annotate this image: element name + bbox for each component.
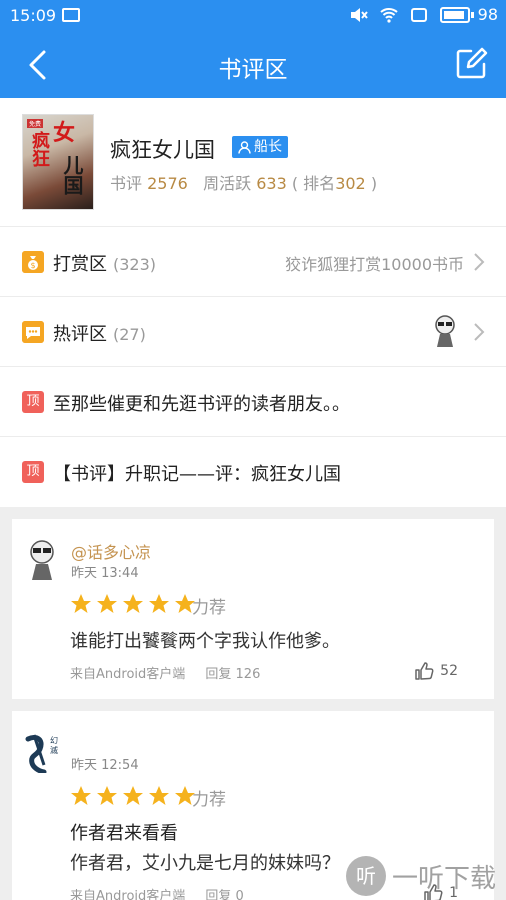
cover-title-3: 儿国 [60,155,84,195]
user-avatar-icon[interactable] [22,537,62,581]
weekly-count: 633 [256,174,287,193]
comment-source: 来自Android客户端 [70,889,186,900]
star-icon [71,594,91,613]
comment-time: 昨天 12:54 [71,758,139,773]
book-info[interactable]: 免费 女 疯狂 儿国 疯狂女儿国 船长 书评 2576 周活跃 633 ( 排名… [0,98,506,226]
comment-bubble-icon [22,321,44,343]
comment-card[interactable]: @话多心凉 昨天 13:44 力荐 谁能打出饕餮两个字我认作他爹。 来自Andr… [12,519,494,699]
screen-rotate-icon [410,7,427,22]
pinned-post-title: 【书评】升职记——评：疯狂女儿国 [53,464,341,485]
svg-text:滅: 滅 [50,745,58,755]
comment-source: 来自Android客户端 [70,667,186,682]
book-title: 疯狂女儿国 [110,138,215,162]
status-time: 15:09 [10,6,57,25]
user-avatar-icon [435,315,455,347]
pinned-icon: 顶 [22,461,44,483]
weekly-label: 周活跃 [203,174,252,193]
rank-close: ) [365,174,378,193]
svg-text:$: $ [30,261,35,270]
star-icon [149,786,169,805]
star-icon [149,594,169,613]
book-cover[interactable]: 免费 女 疯狂 儿国 [22,114,94,210]
chevron-right-icon [474,323,485,341]
star-rating [70,785,196,807]
reward-label: 打赏区 [53,254,107,275]
watermark-logo-icon: 听 [346,856,386,896]
star-icon [97,786,117,805]
status-bar: 15:09 98 [0,0,506,32]
comment-title: 作者君来看看 [70,823,178,844]
watermark: 听 一听下载 [346,852,506,900]
comment-username[interactable]: @话多心凉 [71,539,151,563]
moneybag-icon: $ [22,251,44,273]
user-icon [238,140,251,154]
reply-count[interactable]: 回复 0 [205,889,243,900]
cover-title-1: 女 [53,121,76,146]
page-title: 书评区 [218,57,288,83]
like-button[interactable]: 52 [414,661,458,681]
rank-label: ( 排名 [291,174,336,193]
reviews-count: 2576 [147,174,188,193]
role-badge: 船长 [232,136,288,158]
comment-meta: 来自Android客户端 回复 0 [70,885,244,900]
star-icon [97,594,117,613]
hot-comments-row[interactable]: 热评区 (27) [0,296,506,366]
thumbs-up-icon [415,662,434,680]
star-icon [123,594,143,613]
reply-count[interactable]: 回复 126 [205,667,260,682]
cover-badge: 免费 [27,119,44,128]
star-icon [123,786,143,805]
cover-title-2: 疯狂 [29,131,50,167]
battery-icon: 98 [439,5,498,24]
pinned-post-row[interactable]: 顶 【书评】升职记——评：疯狂女儿国 [0,436,506,507]
reward-section-row[interactable]: $ 打赏区 (323) 狡诈狐狸打赏10000书币 [0,226,506,296]
comment-text: 谁能打出饕餮两个字我认作他爹。 [70,631,340,652]
book-stats: 书评 2576 周活跃 633 ( 排名302 ) [110,170,377,194]
wifi-icon [379,7,398,23]
star-rating [70,593,196,615]
pinned-post-row[interactable]: 顶 至那些催更和先逛书评的读者朋友。。 [0,366,506,436]
rank-value: 302 [335,174,366,193]
comment-text: 作者君，艾小九是七月的妹妹吗？ [70,853,340,874]
star-icon [71,786,91,805]
reward-count: (323) [113,255,157,274]
user-avatar-icon[interactable]: 幻滅 [22,729,62,773]
nav-bar: 书评区 [0,32,506,98]
comment-time: 昨天 13:44 [71,566,139,581]
latest-reward-text: 狡诈狐狸打赏10000书币 [285,255,464,274]
recommend-label: 力荐 [192,598,226,618]
hot-label: 热评区 [53,324,107,345]
reviews-label: 书评 [110,174,143,193]
chevron-right-icon [474,253,485,271]
svg-text:幻: 幻 [50,735,58,745]
recommend-label: 力荐 [192,790,226,810]
watermark-text: 一听下载 [392,863,497,894]
image-notification-icon [62,8,80,22]
role-badge-label: 船长 [254,139,282,155]
pinned-icon: 顶 [22,391,44,413]
comment-meta: 来自Android客户端 回复 126 [70,663,260,682]
pinned-post-title: 至那些催更和先逛书评的读者朋友。。 [53,394,350,415]
battery-level: 98 [477,5,498,24]
mute-icon [350,7,368,22]
like-count: 52 [440,663,458,679]
edit-icon[interactable] [454,47,488,81]
hot-count: (27) [113,325,146,344]
